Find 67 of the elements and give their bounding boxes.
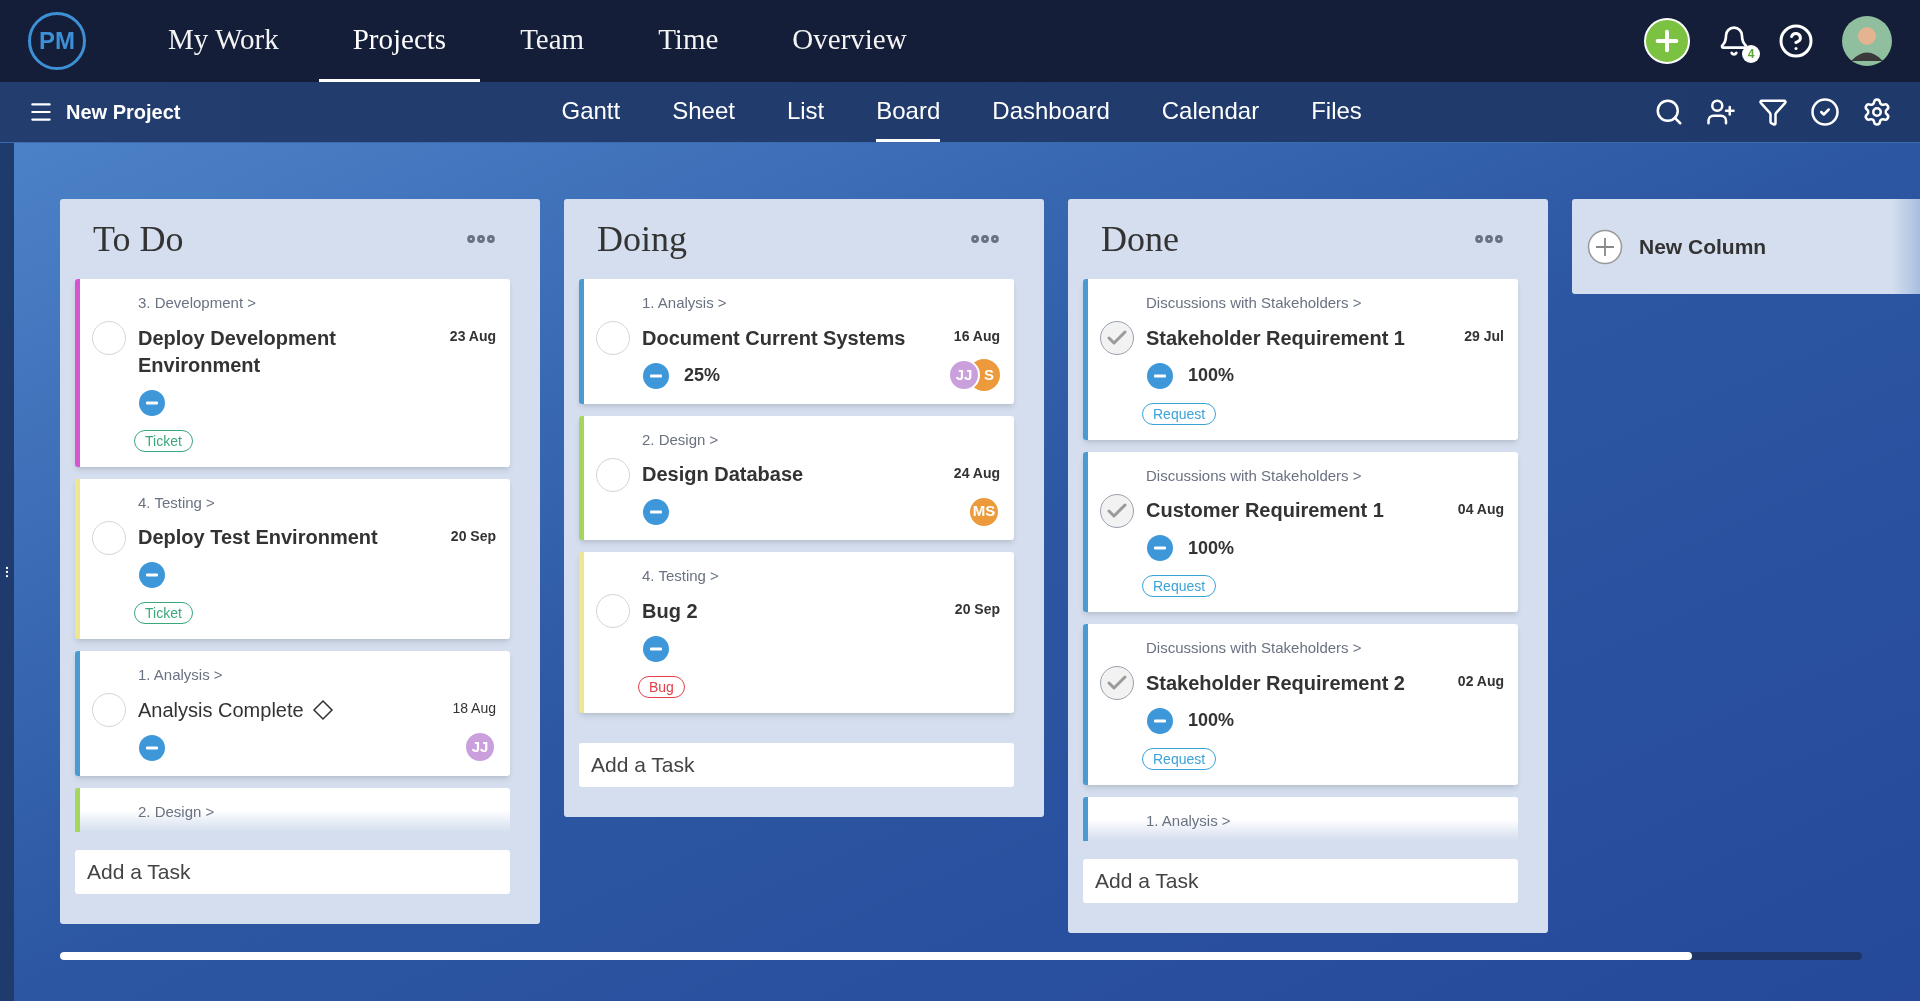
- add-task-field[interactable]: Add a Task: [579, 742, 1014, 787]
- task-card[interactable]: 2. Design > Design Database 24 Aug MS: [579, 415, 1014, 540]
- due-date: 23 Aug: [449, 327, 496, 346]
- view-tab[interactable]: Gantt: [561, 82, 621, 142]
- view-tab[interactable]: Sheet: [672, 82, 735, 142]
- progress-percent: 100%: [1188, 364, 1235, 387]
- task-card[interactable]: 1. Analysis > Document Current Systems 25% 16 Aug JJ S: [579, 279, 1014, 404]
- nav-tab[interactable]: Time: [624, 0, 753, 82]
- task-breadcrumb: 2. Design >: [138, 802, 215, 820]
- column-title: Done: [1101, 218, 1179, 261]
- task-title: Analysis Complete: [138, 697, 304, 723]
- task-card[interactable]: 4. Testing > Deploy Test Environment Ticket 20 Sep: [75, 478, 510, 639]
- task-title: Design Database: [642, 462, 804, 487]
- progress-percent: 25%: [684, 364, 721, 387]
- task-card[interactable]: Discussions with Stakeholders > Customer Requirement 1 100% Request 04 Aug: [1083, 451, 1518, 612]
- task-card[interactable]: 4. Testing > Bug 2 Bug 20 Sep: [579, 552, 1014, 713]
- task-breadcrumb: 1. Analysis >: [642, 293, 728, 313]
- due-date: 18 Aug: [452, 699, 496, 718]
- view-tab[interactable]: Files: [1311, 82, 1362, 142]
- due-date: 20 Sep: [450, 526, 496, 546]
- task-breadcrumb: 1. Analysis >: [138, 665, 224, 685]
- task-card[interactable]: Discussions with Stakeholders > Stakeholder Requirement 1 100% Request 29 Jul: [1083, 279, 1518, 440]
- task-card[interactable]: 3. Development > Deploy Development Environment Ticket 23 Aug: [75, 279, 510, 467]
- project-title: New Project: [66, 100, 181, 125]
- view-tab[interactable]: Dashboard: [992, 82, 1110, 142]
- task-card[interactable]: 1. Analysis >: [1083, 796, 1518, 841]
- task-breadcrumb: 1. Analysis >: [1146, 811, 1231, 829]
- progress-percent: 100%: [1188, 709, 1235, 732]
- task-breadcrumb: Discussions with Stakeholders >: [1146, 293, 1363, 313]
- task-card[interactable]: 2. Design >: [75, 787, 510, 832]
- add-task-field[interactable]: Add a Task: [75, 849, 510, 894]
- avatar: JJ: [464, 731, 496, 763]
- due-date: 24 Aug: [953, 463, 1000, 483]
- task-breadcrumb: Discussions with Stakeholders >: [1146, 465, 1363, 486]
- avatar: MS: [968, 495, 1000, 528]
- task-card[interactable]: 1. Analysis > Analysis Complete 18 Aug JJ: [75, 651, 510, 776]
- progress-percent: 100%: [1188, 536, 1235, 560]
- nav-tab[interactable]: Overview: [758, 0, 941, 82]
- notification-badge: 4: [1742, 45, 1760, 63]
- column-title: Doing: [597, 218, 687, 261]
- task-title: Stakeholder Requirement 2: [1146, 670, 1405, 696]
- view-tab[interactable]: List: [786, 82, 825, 142]
- nav-tab[interactable]: My Work: [134, 0, 313, 82]
- task-title: Deploy Development Environment: [138, 325, 337, 378]
- task-card[interactable]: Discussions with Stakeholders > Stakeholder Requirement 2 100% Request 02 Aug: [1083, 624, 1518, 785]
- task-title: Bug 2: [642, 598, 698, 624]
- avatar: JJ: [948, 359, 980, 391]
- due-date: 20 Sep: [954, 600, 1000, 619]
- task-title: Customer Requirement 1: [1146, 498, 1384, 523]
- nav-tab[interactable]: Team: [486, 0, 619, 82]
- task-title: Document Current Systems: [642, 325, 906, 351]
- task-breadcrumb: 3. Development >: [138, 293, 257, 313]
- task-title: Deploy Test Environment: [138, 525, 378, 550]
- due-date: 29 Jul: [1464, 327, 1504, 346]
- task-breadcrumb: Discussions with Stakeholders >: [1146, 638, 1363, 658]
- logo[interactable]: PM: [28, 12, 86, 70]
- due-date: 02 Aug: [1457, 672, 1504, 691]
- due-date: 16 Aug: [953, 327, 1000, 346]
- task-breadcrumb: 4. Testing >: [642, 566, 720, 586]
- view-tab[interactable]: Calendar: [1161, 82, 1260, 142]
- due-date: 04 Aug: [1457, 499, 1504, 519]
- column-title: To Do: [93, 218, 184, 261]
- task-title: Stakeholder Requirement 1: [1146, 325, 1405, 351]
- task-breadcrumb: 2. Design >: [642, 429, 720, 450]
- add-task-field[interactable]: Add a Task: [1083, 858, 1518, 903]
- task-breadcrumb: 4. Testing >: [138, 492, 216, 513]
- new-column-button[interactable]: New Column: [1572, 199, 1920, 294]
